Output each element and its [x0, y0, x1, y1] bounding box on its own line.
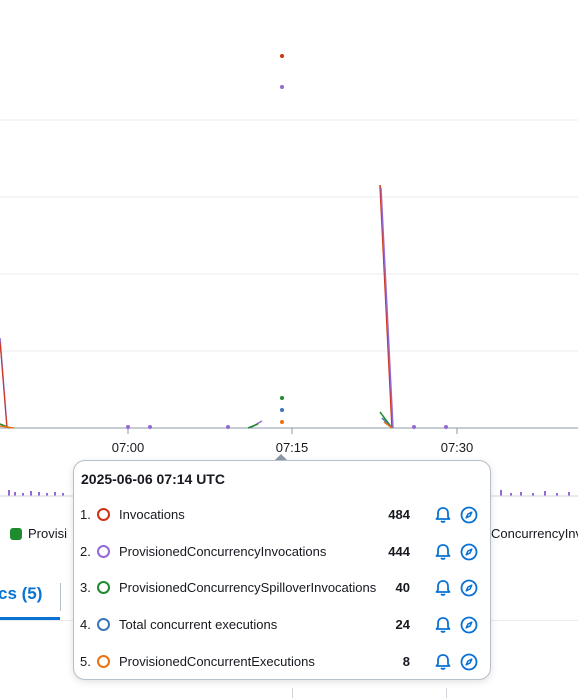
- chart-tooltip: 2025-06-06 07:14 UTC 1. Invocations 484 …: [73, 460, 491, 680]
- series-name: Total concurrent executions: [119, 617, 278, 632]
- legend-swatch: [10, 527, 22, 540]
- data-point-total-concurrent[interactable]: [280, 408, 284, 412]
- minimap-bar: [520, 492, 522, 496]
- legend-label: ConcurrencyInv: [491, 526, 578, 541]
- series-name: Invocations: [119, 507, 185, 522]
- legend-label: Provisi: [28, 526, 68, 541]
- tab-metrics[interactable]: cs (5): [0, 584, 42, 604]
- data-point-provisioned-invocations[interactable]: [148, 425, 152, 429]
- series-name: ProvisionedConcurrentExecutions: [119, 654, 315, 669]
- legend-item-provisioned-invocations[interactable]: ConcurrencyInv: [491, 526, 578, 541]
- compass-icon[interactable]: [459, 578, 479, 598]
- data-point-provisioned-executions[interactable]: [280, 420, 284, 424]
- column-divider: [446, 688, 447, 698]
- data-point-provisioned-invocations[interactable]: [444, 425, 448, 429]
- data-point-provisioned-invocations[interactable]: [412, 425, 416, 429]
- chart-plot[interactable]: [0, 0, 578, 460]
- minimap-bar: [14, 492, 16, 496]
- minimap-bar: [30, 491, 32, 496]
- minimap-bar: [568, 492, 570, 496]
- x-axis-ticks: [127, 428, 458, 434]
- series-value: 484: [388, 507, 410, 522]
- data-point-spillover[interactable]: [280, 396, 284, 400]
- bell-icon[interactable]: [433, 542, 453, 562]
- row-number: 3.: [80, 580, 91, 595]
- series-name: ProvisionedConcurrencyInvocations: [119, 544, 327, 559]
- row-number: 4.: [80, 617, 91, 632]
- compass-icon[interactable]: [459, 542, 479, 562]
- x-tick-label: 07:00: [111, 440, 145, 455]
- minimap-bar: [8, 490, 10, 496]
- data-point-invocations[interactable]: [280, 54, 284, 58]
- series-marker: [97, 618, 110, 631]
- chart-gridlines: [0, 119, 578, 352]
- row-number: 1.: [80, 507, 91, 522]
- minimap-bar: [54, 492, 56, 496]
- series-value: 40: [395, 580, 410, 595]
- data-point-provisioned-invocations[interactable]: [126, 425, 130, 429]
- bell-icon[interactable]: [433, 652, 453, 672]
- data-point-provisioned-invocations[interactable]: [226, 425, 230, 429]
- tooltip-row: 2. ProvisionedConcurrencyInvocations 444: [74, 540, 490, 564]
- series-marker: [97, 545, 110, 558]
- series-value: 24: [395, 617, 410, 632]
- column-divider: [292, 688, 293, 698]
- tooltip-row: 5. ProvisionedConcurrentExecutions 8: [74, 650, 490, 674]
- minimap-bar: [544, 491, 546, 496]
- tooltip-row: 4. Total concurrent executions 24: [74, 613, 490, 637]
- minimap-bar: [500, 490, 502, 496]
- x-tick-label: 07:15: [275, 440, 309, 455]
- series-marker: [97, 508, 110, 521]
- row-number: 2.: [80, 544, 91, 559]
- series-line-spillover: [247, 423, 259, 429]
- tab-divider: [60, 583, 61, 611]
- tooltip-row: 3. ProvisionedConcurrencySpilloverInvoca…: [74, 576, 490, 600]
- row-number: 5.: [80, 654, 91, 669]
- compass-icon[interactable]: [459, 505, 479, 525]
- data-point-provisioned-invocations[interactable]: [280, 85, 284, 89]
- compass-icon[interactable]: [459, 615, 479, 635]
- bell-icon[interactable]: [433, 505, 453, 525]
- series-value: 8: [402, 654, 410, 669]
- minimap-bar: [38, 492, 40, 496]
- tooltip-row: 1. Invocations 484: [74, 503, 490, 527]
- bell-icon[interactable]: [433, 578, 453, 598]
- series-marker: [97, 581, 110, 594]
- tooltip-timestamp: 2025-06-06 07:14 UTC: [81, 471, 225, 487]
- series-value: 444: [388, 544, 410, 559]
- bell-icon[interactable]: [433, 615, 453, 635]
- series-line-provisioned-invocations: [380, 187, 394, 429]
- legend-item-spillover[interactable]: Provisi: [0, 526, 67, 541]
- series-line-invocations: [379, 184, 393, 429]
- series-line-invocations: [0, 341, 8, 429]
- compass-icon[interactable]: [459, 652, 479, 672]
- series-name: ProvisionedConcurrencySpilloverInvocatio…: [119, 580, 377, 595]
- metrics-chart[interactable]: 07:00 07:15 07:30: [0, 0, 578, 460]
- x-tick-label: 07:30: [440, 440, 474, 455]
- series-marker: [97, 655, 110, 668]
